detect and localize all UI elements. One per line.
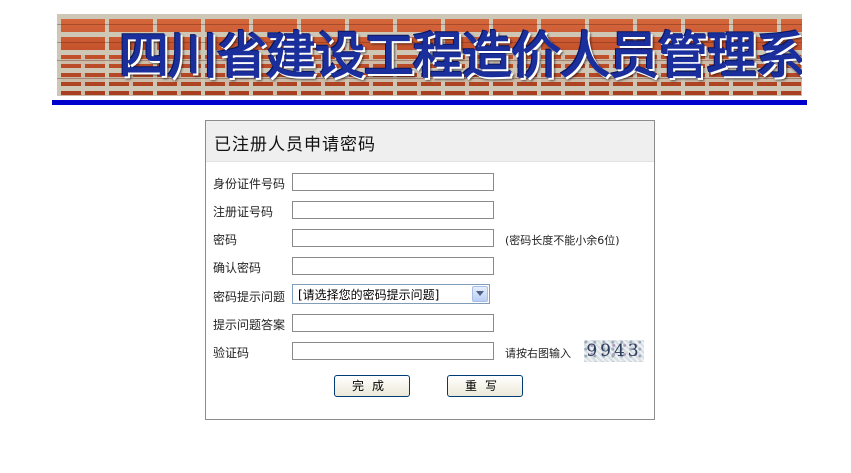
confirm-password-label: 确认密码 (213, 261, 262, 275)
id-number-input[interactable] (292, 173, 494, 191)
answer-label: 提示问题答案 (213, 318, 286, 332)
reset-button[interactable]: 重写 (447, 375, 523, 397)
captcha-label: 验证码 (213, 346, 250, 360)
question-label: 密码提示问题 (213, 290, 286, 304)
reg-number-input[interactable] (292, 201, 494, 219)
captcha-image[interactable]: 9943 (584, 340, 644, 362)
submit-button[interactable]: 完成 (334, 375, 410, 397)
panel-title: 已注册人员申请密码 (214, 135, 376, 155)
password-request-panel: 已注册人员申请密码 身份证件号码 注册证号码 密码 (密码长度不能小余6位) 确… (205, 120, 655, 420)
captcha-input[interactable] (292, 342, 494, 360)
captcha-hint: 请按右图输入 (505, 347, 571, 360)
reg-number-label: 注册证号码 (213, 205, 274, 219)
system-title: 四川省建设工程造价人员管理系统 (119, 26, 802, 85)
banner-divider (52, 100, 807, 105)
answer-input[interactable] (292, 314, 494, 332)
question-select[interactable]: [请选择您的密码提示问题] (292, 284, 490, 304)
id-number-label: 身份证件号码 (213, 177, 286, 191)
password-length-hint: (密码长度不能小余6位) (505, 234, 620, 247)
question-selected-value: [请选择您的密码提示问题] (298, 288, 440, 302)
confirm-password-input[interactable] (292, 257, 494, 275)
chevron-down-icon[interactable] (472, 286, 488, 302)
header-banner: 四川省建设工程造价人员管理系统 (57, 14, 802, 96)
password-input[interactable] (292, 229, 494, 247)
password-label: 密码 (213, 233, 238, 247)
panel-header: 已注册人员申请密码 (206, 121, 654, 162)
button-row: 完成 重写 (206, 375, 654, 397)
